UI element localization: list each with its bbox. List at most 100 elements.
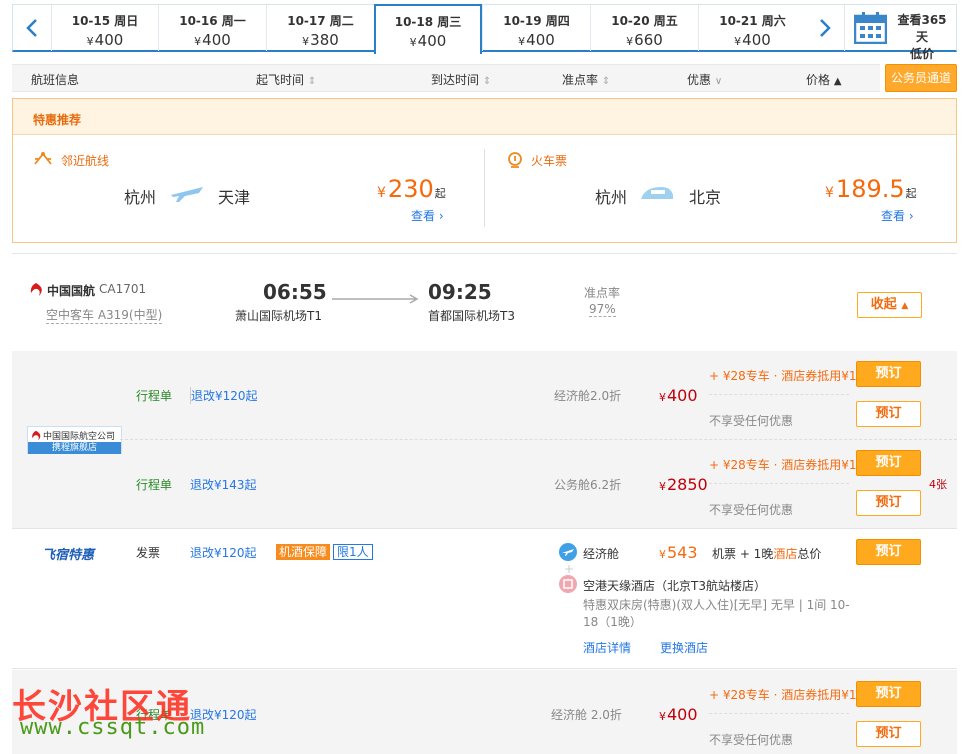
date-tab[interactable]: 10-20 周五 ¥660 bbox=[590, 5, 698, 51]
offer-no-perk: 不享受任何优惠 bbox=[709, 414, 794, 428]
train-icon bbox=[508, 152, 522, 168]
chevron-down-icon: ∨ bbox=[714, 76, 723, 87]
date-label: 10-18 周三 bbox=[394, 15, 462, 29]
offer-perk: + ¥28专车 · 酒店券抵用¥100 bbox=[709, 458, 872, 472]
watermark-url: www.cssqt.com bbox=[20, 715, 206, 740]
date-tab[interactable]: 10-16 周一 ¥400 bbox=[158, 5, 266, 51]
sort-ontime-rate[interactable]: 准点率 ⇕ bbox=[562, 71, 610, 88]
offer-itinerary: 行程单 bbox=[136, 478, 173, 492]
package-refund-link[interactable]: 退改¥120起 bbox=[190, 544, 257, 561]
next-week-button[interactable] bbox=[806, 5, 844, 51]
sort-arrows-icon: ⇕ bbox=[482, 76, 492, 87]
package-brand: 飞宿特惠 bbox=[42, 548, 95, 563]
train-from-city: 杭州 bbox=[595, 188, 628, 207]
offer-price: ¥2850 bbox=[659, 475, 708, 494]
offer-perk: + ¥28专车 · 酒店券抵用¥100 bbox=[709, 688, 872, 702]
date-tab[interactable]: 10-15 周日 ¥400 bbox=[51, 5, 158, 51]
offer-price: ¥400 bbox=[659, 386, 698, 405]
date-price: ¥400 bbox=[409, 32, 447, 50]
low-price-calendar-button[interactable]: 查看365天 低价 bbox=[844, 5, 956, 61]
flight-card: 中国国航 CA1701 空中客车 A319(中型) 06:55 萧山国际机场T1… bbox=[12, 253, 957, 351]
plane-icon bbox=[171, 187, 203, 202]
date-tab-selected[interactable]: 10-18 周三 ¥400 bbox=[374, 4, 482, 54]
nearby-route-icon bbox=[34, 152, 52, 165]
offer-refund-link[interactable]: 退改¥143起 bbox=[190, 476, 257, 493]
nearby-view-link[interactable]: 查看 › bbox=[411, 207, 444, 224]
nearby-route-label: 邻近航线 bbox=[61, 154, 110, 168]
nearby-from-city: 杭州 bbox=[124, 188, 157, 207]
calendar-label-line1: 查看365天 bbox=[897, 13, 947, 44]
offer-refund-link[interactable]: 退改¥120起 bbox=[190, 387, 258, 404]
chevron-right-icon: › bbox=[438, 209, 444, 223]
sort-price[interactable]: 价格 ▲ bbox=[806, 71, 842, 88]
collapse-button[interactable]: 收起 ▲ bbox=[857, 292, 922, 318]
arrive-time: 09:25 bbox=[428, 280, 492, 304]
calendar-icon bbox=[854, 12, 887, 44]
date-price: ¥400 bbox=[194, 31, 231, 49]
offer-cabin: 经济舱 2.0折 bbox=[551, 708, 622, 722]
book-button[interactable]: 预订 bbox=[856, 401, 921, 427]
airline-name: 中国国航 bbox=[47, 284, 96, 298]
store-label: 携程旗舰店 bbox=[28, 442, 121, 454]
sort-bar: 航班信息 起飞时间 ⇕ 到达时间 ⇕ 准点率 ⇕ 优惠 ∨ 价格 ▲ bbox=[12, 64, 880, 92]
date-label: 10-17 周二 bbox=[287, 14, 354, 28]
hotel-name: 空港天缘酒店（北京T3航站楼店） bbox=[583, 579, 766, 593]
offer-itinerary: 行程单 bbox=[136, 389, 173, 403]
nearby-to-city: 天津 bbox=[218, 188, 251, 207]
room-info-line2: 18（1晚） bbox=[583, 615, 642, 629]
special-recommend-panel: 特惠推荐 邻近航线 杭州 天津 ¥230起 查看 › 火车票 杭州 北京 ¥18… bbox=[12, 98, 957, 243]
date-tab[interactable]: 10-19 周四 ¥400 bbox=[482, 5, 590, 51]
date-label: 10-21 周六 bbox=[719, 14, 786, 28]
package-cabin: 经济舱 bbox=[583, 547, 620, 561]
chevron-right-icon: › bbox=[908, 209, 914, 223]
change-hotel-link[interactable]: 更换酒店 bbox=[660, 639, 708, 656]
offer-no-perk: 不享受任何优惠 bbox=[709, 733, 794, 747]
package-invoice: 发票 bbox=[136, 546, 161, 560]
offer-no-perk: 不享受任何优惠 bbox=[709, 503, 794, 517]
book-button[interactable]: 预订 bbox=[856, 681, 921, 707]
date-label: 10-19 周四 bbox=[503, 14, 570, 28]
package-price: ¥543 bbox=[659, 543, 698, 562]
book-button[interactable]: 预订 bbox=[856, 490, 921, 516]
civil-servant-channel-button[interactable]: 公务员通道 bbox=[885, 64, 957, 92]
sort-asc-icon: ▲ bbox=[833, 76, 842, 87]
date-label: 10-20 周五 bbox=[611, 14, 678, 28]
train-to-city: 北京 bbox=[689, 188, 722, 207]
hotel-circle-icon bbox=[559, 575, 577, 593]
sort-arrive-time[interactable]: 到达时间 ⇕ bbox=[431, 71, 491, 88]
date-tab[interactable]: 10-21 周六 ¥400 bbox=[698, 5, 806, 51]
offer-perk: + ¥28专车 · 酒店券抵用¥100 bbox=[709, 369, 872, 383]
caret-up-icon: ▲ bbox=[901, 301, 909, 311]
nearby-price: ¥230起 bbox=[377, 175, 446, 203]
air-china-logo bbox=[32, 430, 41, 441]
aircraft-type[interactable]: 空中客车 A319(中型) bbox=[46, 306, 163, 324]
book-button[interactable]: 预订 bbox=[856, 721, 921, 747]
package-limit-tag: 限1人 bbox=[333, 544, 373, 560]
train-ticket-label: 火车票 bbox=[531, 154, 568, 168]
arrive-airport: 首都国际机场T3 bbox=[428, 309, 515, 323]
flight-number: CA1701 bbox=[99, 282, 147, 296]
book-button[interactable]: 预订 bbox=[856, 361, 921, 387]
date-price: ¥380 bbox=[302, 31, 339, 49]
filter-discount[interactable]: 优惠 ∨ bbox=[687, 71, 722, 88]
depart-airport: 萧山国际机场T1 bbox=[235, 309, 322, 323]
date-selector-bar: 10-15 周日 ¥400 10-16 周一 ¥400 10-17 周二 ¥380 10-1… bbox=[12, 4, 957, 61]
train-view-link[interactable]: 查看 › bbox=[881, 207, 914, 224]
date-tab[interactable]: 10-17 周二 ¥380 bbox=[266, 5, 374, 51]
room-info-line1: 特惠双床房(特惠)(双人入住)[无早] 无早 | 1间 10- bbox=[583, 598, 850, 612]
plus-icon: + bbox=[564, 562, 575, 576]
hotel-detail-link[interactable]: 酒店详情 bbox=[583, 639, 631, 656]
prev-week-button[interactable] bbox=[13, 5, 51, 51]
date-price: ¥400 bbox=[86, 31, 124, 49]
sort-depart-time[interactable]: 起飞时间 ⇕ bbox=[256, 71, 316, 88]
air-china-logo bbox=[30, 283, 42, 296]
high-speed-train-icon bbox=[641, 187, 673, 199]
sort-flight-info: 航班信息 bbox=[31, 73, 80, 87]
plane-circle-icon bbox=[559, 543, 577, 561]
book-button[interactable]: 预订 bbox=[856, 539, 921, 565]
sort-arrows-icon: ⇕ bbox=[601, 76, 611, 87]
seats-left: 4张 bbox=[929, 478, 947, 491]
package-guarantee-tag: 机酒保障 bbox=[276, 544, 331, 560]
flagship-store-badge[interactable]: 中国国际航空公司 携程旗舰店 bbox=[27, 426, 122, 454]
book-button[interactable]: 预订 bbox=[856, 450, 921, 476]
